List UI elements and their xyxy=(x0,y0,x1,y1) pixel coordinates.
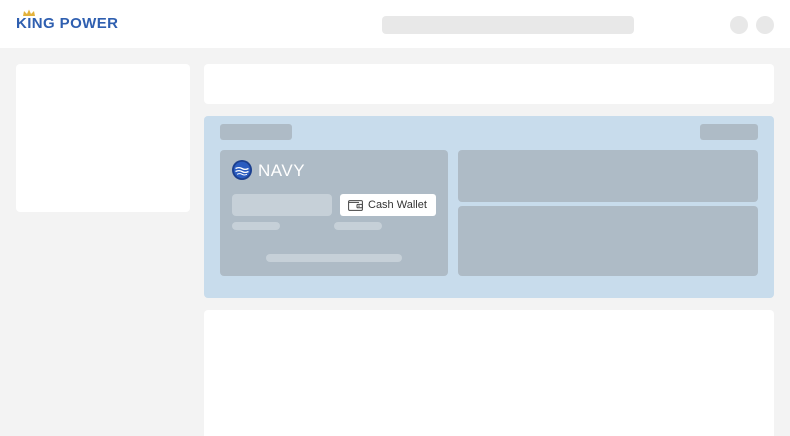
header-icon-button-1[interactable] xyxy=(730,16,748,34)
search-bar-placeholder[interactable] xyxy=(382,16,634,34)
navy-tier-badge-icon xyxy=(232,160,252,180)
membership-panel: NAVY Cash Wallet xyxy=(204,116,774,298)
wallet-caption-skeleton xyxy=(334,222,382,230)
cash-wallet-button[interactable]: Cash Wallet xyxy=(340,194,436,216)
bottom-content-card xyxy=(204,310,774,436)
balance-caption-skeleton xyxy=(232,222,280,230)
benefit-card-skeleton-2[interactable] xyxy=(458,206,758,276)
tier-name: NAVY xyxy=(258,161,306,180)
balance-skeleton xyxy=(232,194,332,216)
wallet-icon xyxy=(348,200,363,211)
membership-tier-card[interactable]: NAVY Cash Wallet xyxy=(220,150,448,276)
cash-wallet-label: Cash Wallet xyxy=(368,199,427,211)
top-content-card xyxy=(204,64,774,104)
progress-bar-skeleton xyxy=(266,254,402,262)
panel-action-skeleton xyxy=(700,124,758,140)
panel-title-skeleton xyxy=(220,124,292,140)
logo-text: KING POWER xyxy=(16,15,119,32)
sidebar-card xyxy=(16,64,190,212)
benefit-card-skeleton-1[interactable] xyxy=(458,150,758,202)
top-header: KING POWER xyxy=(0,0,790,48)
header-icon-button-2[interactable] xyxy=(756,16,774,34)
